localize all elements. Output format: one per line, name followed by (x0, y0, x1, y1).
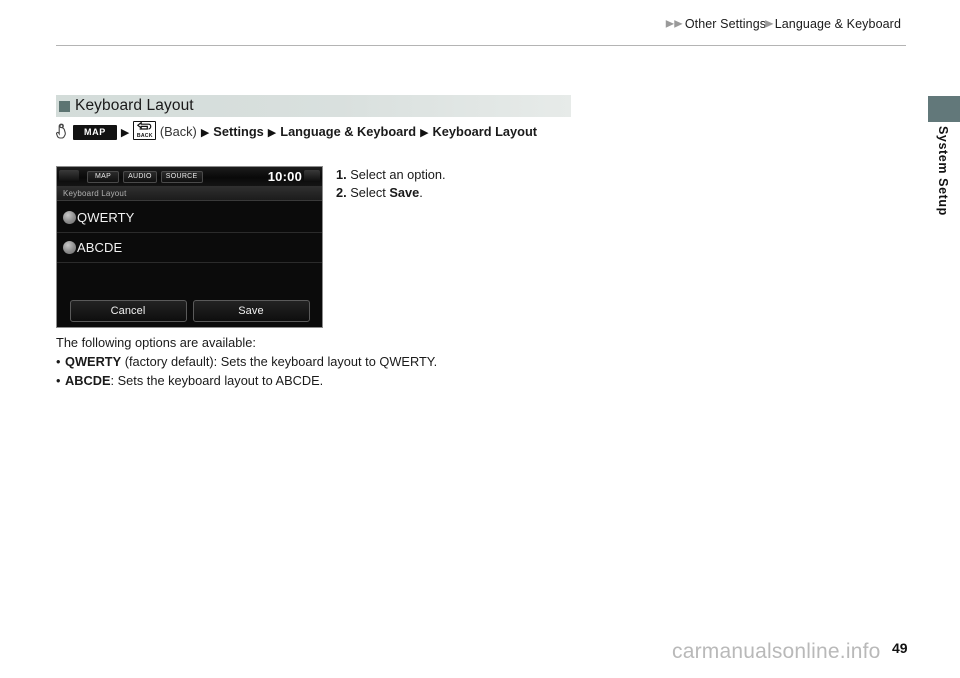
device-screen-title-bar: Keyboard Layout (57, 186, 322, 201)
section-title-bar: Keyboard Layout (56, 95, 571, 117)
navigation-path: MAP ▶ BACK (Back) ▶ Settings ▶ Language & Keyb… (56, 121, 576, 143)
device-footer-bar: Cancel Save (57, 300, 322, 322)
path-item-keyboard-layout: Keyboard Layout (432, 124, 538, 139)
section-tab-marker (928, 96, 960, 122)
device-save-button[interactable]: Save (192, 300, 310, 322)
step-number: 1. (336, 167, 347, 182)
device-audio-button[interactable]: AUDIO (123, 170, 157, 183)
option-bullet-abcde: • ABCDE: Sets the keyboard layout to ABCD… (56, 371, 676, 390)
step-text-before: Select (346, 184, 390, 200)
breadcrumb-item-other-settings: Other Settings (684, 17, 767, 31)
page-title: Keyboard Layout (75, 97, 194, 114)
breadcrumb-lead-arrows: ▶▶ (665, 18, 683, 30)
step-item-2: 2. Select Save. (336, 184, 446, 202)
page-number: 49 (892, 640, 908, 656)
site-watermark: carmanualsonline.info (672, 640, 881, 663)
breadcrumb-item-language-keyboard: Language & Keyboard (774, 17, 901, 31)
path-arrow-icon-3: ▶ (267, 127, 277, 139)
breadcrumb: ▶▶ Other Settings▶Language & Keyboard (665, 17, 902, 31)
options-description: The following options are available: • QW… (56, 333, 676, 390)
step-number: 2. (336, 184, 347, 200)
device-option-label: QWERTY (77, 210, 135, 225)
device-option-row-abcde[interactable]: ABCDE (57, 233, 322, 263)
radio-button-icon[interactable] (63, 241, 76, 254)
back-button-icon: BACK (133, 121, 157, 140)
map-button-icon: MAP (73, 125, 117, 140)
breadcrumb-separator-icon: ▶ (765, 18, 774, 30)
path-arrow-icon-2: ▶ (200, 127, 210, 139)
device-map-button[interactable]: MAP (87, 170, 120, 183)
options-intro: The following options are available: (56, 335, 256, 350)
device-screen-title: Keyboard Layout (63, 188, 127, 198)
device-clock: 10:00 (267, 169, 302, 184)
step-item-1: 1. Select an option. (336, 166, 446, 184)
device-option-label: ABCDE (77, 240, 123, 255)
bullet-icon: • (56, 373, 61, 388)
device-status-bar: MAP AUDIO SOURCE 10:00 (57, 167, 322, 186)
device-option-row-qwerty[interactable]: QWERTY (57, 203, 322, 233)
hand-pointer-icon (56, 123, 68, 140)
option-description: (factory default): Sets the keyboard lay… (121, 354, 438, 369)
radio-button-icon[interactable] (63, 211, 76, 224)
option-description: : Sets the keyboard layout to ABCDE. (110, 373, 324, 388)
step-text: Select an option. (346, 167, 446, 182)
path-arrow-icon-1: ▶ (120, 127, 130, 139)
path-back-text: (Back) (159, 124, 197, 139)
device-option-list: QWERTY ABCDE (57, 201, 322, 289)
device-list-spacer (57, 263, 322, 289)
side-section-label: System Setup (936, 126, 950, 216)
page-header: ▶▶ Other Settings▶Language & Keyboard (0, 0, 960, 48)
device-cancel-button[interactable]: Cancel (69, 300, 187, 322)
back-icon-label: BACK (136, 133, 153, 139)
path-item-settings: Settings (213, 124, 264, 139)
step-text-after: . (419, 184, 423, 200)
header-divider (56, 45, 906, 46)
step-emphasis: Save (389, 184, 420, 200)
device-source-button[interactable]: SOURCE (160, 170, 203, 183)
device-screenshot: MAP AUDIO SOURCE 10:00 Keyboard Layout Q… (56, 166, 323, 328)
option-name: QWERTY (65, 354, 122, 369)
bullet-icon: • (56, 354, 61, 369)
path-arrow-icon-4: ▶ (420, 127, 429, 139)
square-bullet-icon (59, 100, 70, 112)
option-name: ABCDE (65, 373, 111, 388)
path-item-language-keyboard: Language & Keyboard (280, 124, 417, 139)
option-bullet-qwerty: • QWERTY (factory default): Sets the keyb… (56, 352, 676, 371)
instruction-steps: 1. Select an option. 2. Select Save. (336, 166, 446, 201)
